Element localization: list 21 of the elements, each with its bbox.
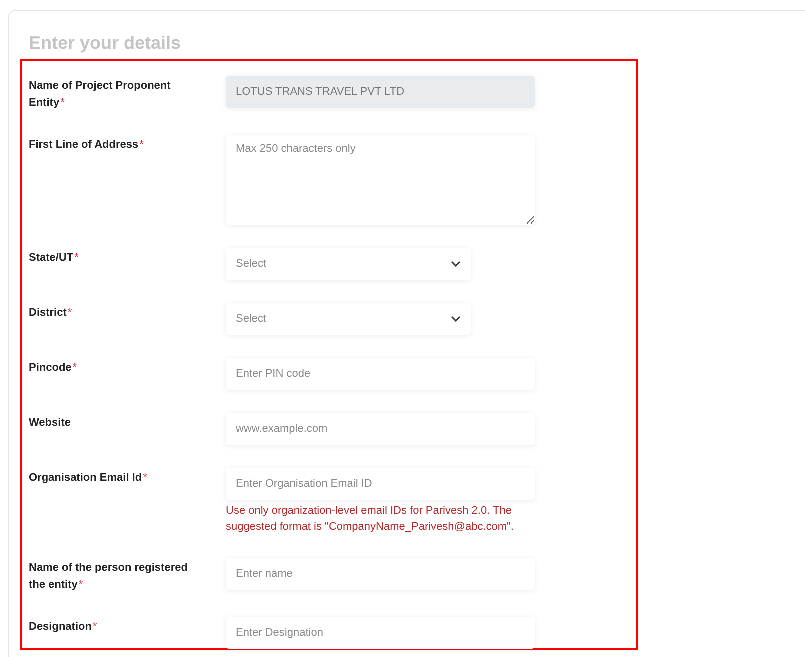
address-field[interactable]: Max 250 characters only xyxy=(226,135,535,225)
field-label: Pincode* xyxy=(29,361,78,376)
input-field[interactable]: Enter Designation xyxy=(226,617,535,649)
field-label: Designation* xyxy=(29,620,98,635)
field-label: Name of the person registered the entity* xyxy=(29,561,189,593)
field-label: Website xyxy=(29,416,72,431)
field-label: District* xyxy=(29,306,74,321)
select-field[interactable]: Select xyxy=(226,303,471,335)
form-title: Enter your details xyxy=(28,32,182,55)
chevron-down-icon xyxy=(451,316,461,322)
field-label: Name of Project Proponent Entity* xyxy=(29,79,172,111)
input-field[interactable]: www.example.com xyxy=(226,413,535,445)
field-label: First Line of Address* xyxy=(29,138,145,153)
hint-text: Use only organization-level email IDs for Parivesh 2.0. The suggested format is "CompanyName_Parivesh@abc.com". xyxy=(226,504,515,535)
chevron-down-icon xyxy=(451,261,461,267)
input-field[interactable]: Enter PIN code xyxy=(226,358,535,390)
input-field[interactable]: Enter Organisation Email ID xyxy=(226,468,535,500)
field-label: State/UT* xyxy=(29,251,80,266)
field-label: Organisation Email Id* xyxy=(29,471,148,486)
input-field[interactable]: Enter name xyxy=(226,558,535,590)
select-field[interactable]: Select xyxy=(226,248,471,280)
